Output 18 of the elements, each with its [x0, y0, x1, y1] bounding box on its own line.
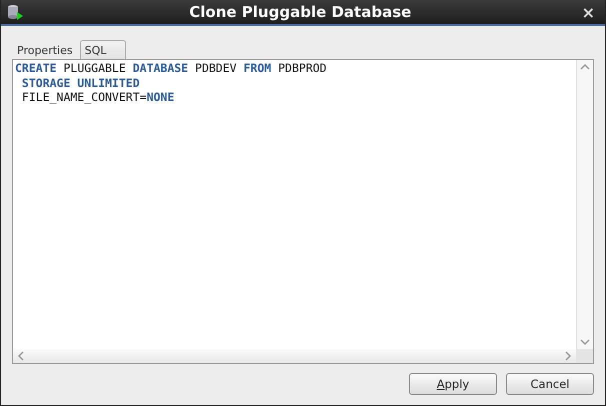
- scrollbar-corner: [576, 349, 593, 363]
- sql-editor[interactable]: CREATE PLUGGABLE DATABASE PDBDEV FROM PDBPROD STORAGE UNLIMITED FILE_NAME_CONVERT=NONE: [12, 59, 594, 364]
- scroll-down-icon[interactable]: [579, 338, 591, 346]
- window-title: Clone Pluggable Database: [188, 3, 412, 21]
- vertical-scrollbar[interactable]: [576, 60, 593, 349]
- code-line: STORAGE UNLIMITED: [20, 76, 141, 90]
- code-line: CREATE PLUGGABLE DATABASE PDBDEV FROM PDBPROD: [15, 61, 328, 76]
- tab[interactable]: Properties: [12, 40, 78, 59]
- database-icon: [7, 4, 23, 20]
- code-line: FILE_NAME_CONVERT=NONE: [20, 90, 176, 104]
- scroll-up-icon[interactable]: [579, 63, 591, 71]
- close-button[interactable]: ×: [578, 2, 599, 22]
- dialog-button[interactable]: Cancel: [506, 373, 594, 395]
- scroll-left-icon[interactable]: [17, 350, 25, 362]
- tab[interactable]: SQL: [80, 40, 126, 59]
- scroll-right-icon[interactable]: [564, 350, 572, 362]
- dialog-button[interactable]: Apply: [409, 373, 497, 395]
- horizontal-scrollbar[interactable]: [13, 349, 576, 363]
